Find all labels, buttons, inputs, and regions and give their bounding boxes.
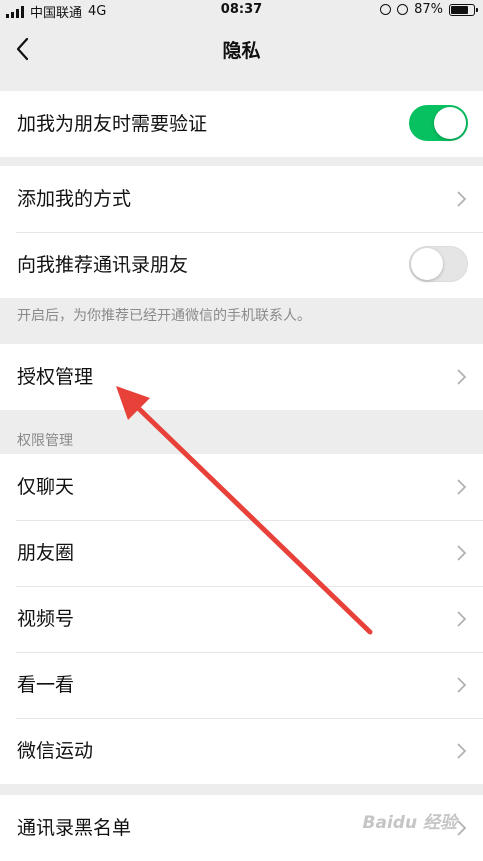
chevron-right-icon <box>457 479 467 495</box>
permission-item-werun[interactable]: 微信运动 <box>0 718 483 784</box>
permission-item-label: 视频号 <box>17 608 75 630</box>
battery-icon <box>449 3 478 16</box>
permission-item-top-stories[interactable]: 看一看 <box>0 652 483 718</box>
verify-row: 加我为朋友时需要验证 <box>0 91 483 157</box>
permission-item-label: 仅聊天 <box>17 476 75 498</box>
page-title: 隐私 <box>222 40 261 62</box>
chevron-right-icon <box>457 191 467 207</box>
permission-item-label: 朋友圈 <box>17 542 75 564</box>
toggle-knob <box>411 248 443 280</box>
permission-item-channels[interactable]: 视频号 <box>0 586 483 652</box>
chevron-right-icon <box>457 743 467 759</box>
chevron-right-icon <box>457 611 467 627</box>
contact-group: 添加我的方式 向我推荐通讯录朋友 <box>0 166 483 298</box>
toggle-knob <box>434 107 466 139</box>
auth-row[interactable]: 授权管理 <box>0 344 483 410</box>
permission-item-label: 看一看 <box>17 674 75 696</box>
nav-bar: 隐私 <box>0 20 483 88</box>
battery-fill <box>451 5 468 14</box>
auth-group: 授权管理 <box>0 344 483 410</box>
add-methods-row[interactable]: 添加我的方式 <box>0 166 483 232</box>
verify-label: 加我为朋友时需要验证 <box>17 113 208 135</box>
permission-item-chat-only[interactable]: 仅聊天 <box>0 454 483 520</box>
verify-group: 加我为朋友时需要验证 <box>0 91 483 157</box>
chevron-right-icon <box>457 545 467 561</box>
permission-group: 仅聊天 朋友圈 视频号 看一看 微信运动 <box>0 454 483 784</box>
verify-toggle[interactable] <box>409 105 468 141</box>
permission-section-title: 权限管理 <box>17 433 73 449</box>
recommend-label: 向我推荐通讯录朋友 <box>17 254 189 276</box>
permission-item-label: 微信运动 <box>17 740 94 762</box>
recommend-row: 向我推荐通讯录朋友 <box>0 232 483 298</box>
orientation-lock-icon <box>380 4 392 15</box>
blacklist-label: 通讯录黑名单 <box>17 817 132 839</box>
battery-percent: 87% <box>414 2 443 17</box>
status-bar: 中国联通 4G 08:37 87% <box>0 0 483 21</box>
status-right: 87% <box>380 2 478 17</box>
permission-item-moments[interactable]: 朋友圈 <box>0 520 483 586</box>
recommend-toggle[interactable] <box>409 246 468 282</box>
alarm-icon <box>397 4 409 15</box>
watermark: Baidu 经验 <box>362 813 457 833</box>
recommend-hint: 开启后，为你推荐已经开通微信的手机联系人。 <box>17 308 311 324</box>
chevron-right-icon <box>457 369 467 385</box>
add-methods-label: 添加我的方式 <box>17 188 132 210</box>
auth-label: 授权管理 <box>17 366 94 388</box>
chevron-right-icon <box>457 677 467 693</box>
